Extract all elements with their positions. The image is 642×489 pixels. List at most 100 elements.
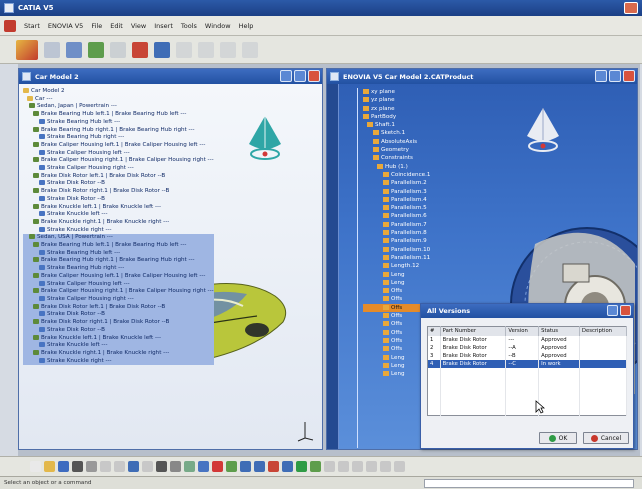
tree-node[interactable]: Strake Knuckle left --- [23, 342, 214, 350]
tree-node[interactable]: Brake Caliper Housing right.1 | Brake Ca… [23, 157, 214, 165]
toolbar-tool-icon[interactable] [268, 461, 279, 472]
compass-icon[interactable] [523, 106, 563, 172]
menu-file[interactable]: File [91, 22, 102, 30]
tool-gray4-icon[interactable] [242, 41, 258, 58]
command-input[interactable] [424, 479, 634, 488]
tool-mesh-icon[interactable] [154, 41, 170, 58]
tree-node[interactable]: Brake Bearing Hub left.1 | Brake Bearing… [23, 111, 214, 119]
menu-edit[interactable]: Edit [110, 22, 123, 30]
tree-node[interactable]: Parallelism.5 [363, 204, 430, 212]
minimize-icon[interactable] [280, 70, 292, 82]
close-icon[interactable] [623, 70, 635, 82]
table-row[interactable]: 1 Brake Disk Rotor --- Approved [427, 335, 628, 344]
close-app-button[interactable] [624, 2, 638, 14]
tree-node[interactable]: Brake Bearing Hub right.1 | Brake Bearin… [23, 257, 214, 266]
left-3d-viewport[interactable]: Car Model 2 Car --- Sedan, Japan | Powertr… [19, 84, 322, 449]
left-spec-tree[interactable]: Car Model 2 Car --- Sedan, Japan | Powertr… [23, 88, 214, 366]
tree-node[interactable]: Strake Bearing Hub left --- [23, 249, 214, 258]
tree-node[interactable]: Sedan, USA | Powertrain --- [23, 234, 214, 243]
tree-node[interactable]: Strake Caliper Housing left --- [23, 149, 214, 158]
maximize-icon[interactable] [609, 70, 621, 82]
toolbar-tool-icon[interactable] [310, 461, 321, 472]
toolbar-tool-icon[interactable] [282, 461, 293, 472]
toolbar-tool-icon[interactable] [114, 461, 125, 472]
tool-gray3-icon[interactable] [220, 41, 236, 58]
column-header[interactable]: Part Number [440, 326, 507, 336]
menu-insert[interactable]: Insert [154, 22, 173, 30]
toolbar-tool-icon[interactable] [352, 461, 363, 472]
tree-scrollbar[interactable] [327, 84, 339, 449]
tree-node[interactable]: Brake Knuckle left.1 | Brake Knuckle lef… [23, 203, 214, 212]
tree-node[interactable]: Brake Bearing Hub right.1 | Brake Bearin… [23, 126, 214, 135]
workbench-icon[interactable] [16, 39, 38, 60]
close-icon[interactable] [308, 70, 320, 82]
tree-node[interactable]: PartBody [363, 113, 430, 121]
table-row[interactable]: 4 Brake Disk Rotor --C In work [427, 359, 628, 368]
toolbar-tool-icon[interactable] [212, 461, 223, 472]
tree-node[interactable]: Brake Caliper Housing right.1 | Brake Ca… [23, 288, 214, 296]
toolbar-tool-icon[interactable] [100, 461, 111, 472]
tree-node[interactable]: Strake Knuckle right --- [23, 357, 214, 366]
table-row[interactable]: 2 Brake Disk Rotor --A Approved [427, 343, 628, 352]
column-header[interactable]: Status [538, 326, 580, 336]
tree-node[interactable]: Parallelism.2 [363, 179, 430, 187]
tree-node[interactable]: Brake Disk Rotor left.1 | Brake Disk Rot… [23, 303, 214, 312]
tree-node[interactable]: xy plane [363, 88, 430, 96]
menu-window[interactable]: Window [205, 22, 231, 30]
tree-node[interactable]: Brake Disk Rotor right.1 | Brake Disk Ro… [23, 188, 214, 196]
toolbar-tool-icon[interactable] [156, 461, 167, 472]
car-model-window[interactable]: Car Model 2 Car Model 2 Car --- Sedan, Jap… [18, 68, 323, 450]
toolbar-tool-icon[interactable] [338, 461, 349, 472]
tree-node[interactable]: Sedan, Japan | Powertrain --- [23, 103, 214, 111]
tree-node[interactable]: Strake Disk Rotor --B [23, 195, 214, 204]
menu-view[interactable]: View [131, 22, 146, 30]
tree-node[interactable]: Strake Disk Rotor --B [23, 326, 214, 335]
tree-node[interactable]: Strake Disk Rotor --B [23, 180, 214, 188]
tree-node[interactable]: Parallelism.8 [363, 229, 430, 237]
tool-disabled-icon[interactable] [110, 41, 126, 58]
tree-node[interactable]: Strake Caliper Housing left --- [23, 280, 214, 289]
column-header[interactable]: Version [505, 326, 540, 336]
tool-sketch-icon[interactable] [44, 41, 60, 58]
maximize-icon[interactable] [294, 70, 306, 82]
tool-gray-icon[interactable] [176, 41, 192, 58]
tree-node[interactable]: Parallelism.10 [363, 246, 430, 254]
tree-node[interactable]: Strake Bearing Hub right --- [23, 134, 214, 142]
tree-node[interactable]: Hub (1.) [363, 163, 430, 171]
toolbar-tool-icon[interactable] [394, 461, 405, 472]
toolbar-tool-icon[interactable] [240, 461, 251, 472]
menu-enovia[interactable]: ENOVIA V5 [48, 22, 83, 30]
all-versions-dialog[interactable]: All Versions # Part Number Version Statu… [420, 303, 634, 449]
tree-node[interactable]: Length.12 [363, 262, 430, 270]
toolbar-tool-icon[interactable] [72, 461, 83, 472]
tree-node[interactable]: Geometry [363, 146, 430, 154]
tree-node[interactable]: Strake Bearing Hub left --- [23, 118, 214, 127]
tree-node[interactable]: Offs [363, 287, 430, 295]
tool-product-icon[interactable] [66, 41, 82, 58]
tree-node[interactable]: Brake Disk Rotor right.1 | Brake Disk Ro… [23, 319, 214, 327]
tree-node[interactable]: Strake Caliper Housing right --- [23, 165, 214, 173]
toolbar-tool-icon[interactable] [58, 461, 69, 472]
tree-node[interactable]: Parallelism.4 [363, 196, 430, 204]
help-icon[interactable] [607, 305, 618, 316]
compass-icon[interactable] [245, 114, 285, 180]
tree-node[interactable]: Car Model 2 [23, 88, 214, 96]
ok-button[interactable]: OK [539, 432, 577, 444]
tree-node[interactable]: zx plane [363, 105, 430, 113]
tool-gray2-icon[interactable] [198, 41, 214, 58]
tree-node[interactable]: Parallelism.7 [363, 221, 430, 229]
tree-node[interactable]: Brake Caliper Housing left.1 | Brake Cal… [23, 272, 214, 281]
tree-node[interactable]: Strake Disk Rotor --B [23, 311, 214, 320]
toolbar-tool-icon[interactable] [296, 461, 307, 472]
tree-node[interactable]: Brake Disk Rotor left.1 | Brake Disk Rot… [23, 172, 214, 181]
tree-node[interactable]: Strake Bearing Hub right --- [23, 265, 214, 273]
tree-node[interactable]: Brake Caliper Housing left.1 | Brake Cal… [23, 141, 214, 150]
tree-node[interactable]: Strake Knuckle right --- [23, 226, 214, 235]
close-icon[interactable] [620, 305, 631, 316]
toolbar-tool-icon[interactable] [184, 461, 195, 472]
tree-node[interactable]: Shaft.1 [363, 121, 430, 129]
column-header[interactable]: Description [579, 326, 628, 336]
minimize-icon[interactable] [595, 70, 607, 82]
menu-tools[interactable]: Tools [181, 22, 197, 30]
tree-node[interactable]: Sketch.1 [363, 129, 430, 137]
